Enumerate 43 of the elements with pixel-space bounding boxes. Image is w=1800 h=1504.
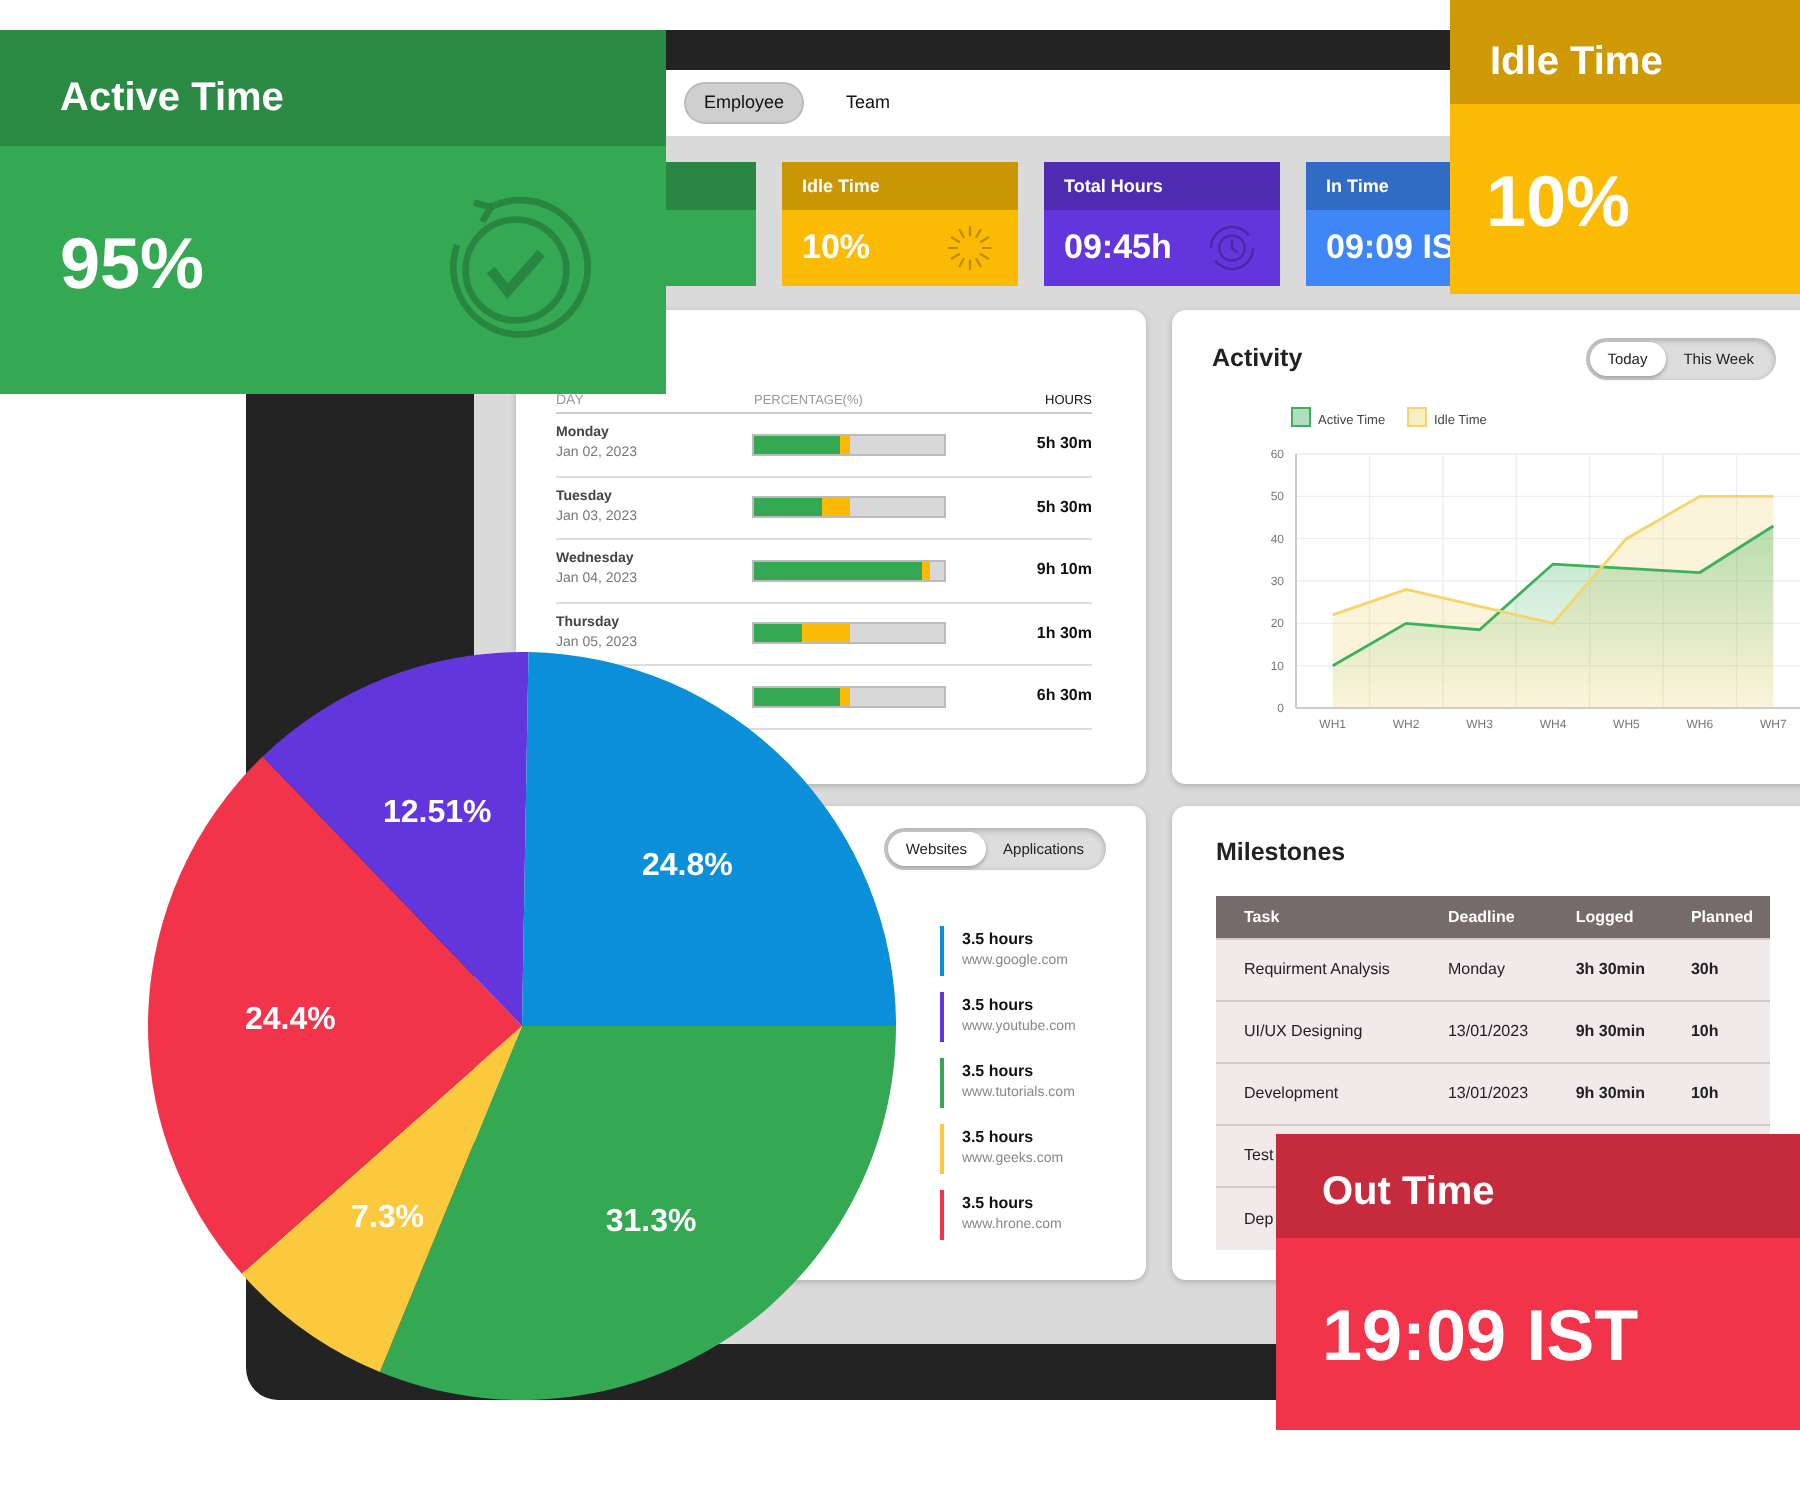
usage-hours: 3.5 hours	[962, 1062, 1036, 1084]
callout-value: 10%	[1486, 160, 1631, 242]
table-cell: 10h	[1662, 1001, 1770, 1064]
data-label: 7.3%	[351, 1200, 425, 1235]
hours-value: 5h 30m	[1036, 432, 1092, 457]
card-title: Idle Time	[802, 176, 880, 196]
table-cell: 9h 30min	[1547, 1001, 1663, 1064]
card-title: Total Hours	[1064, 176, 1163, 196]
hours-value: 6h 30m	[1036, 684, 1092, 709]
column-header: Deadline	[1419, 895, 1548, 940]
table-cell: 3h 30min	[1547, 939, 1663, 1002]
table-cell: Development	[1216, 1063, 1420, 1126]
usage-hours: 3.5 hours	[962, 1128, 1036, 1150]
card-value: 09:45h	[1064, 226, 1172, 271]
hours-value: 1h 30m	[1036, 621, 1092, 646]
column-header: Task	[1216, 895, 1420, 940]
card-title: Activity	[1212, 342, 1303, 377]
data-label: 24.4%	[244, 1002, 336, 1037]
table-cell: 13/01/2023	[1419, 1063, 1548, 1126]
callout-value: 95%	[60, 222, 205, 304]
table-cell: 9h 30min	[1547, 1063, 1663, 1126]
table-cell: 10h	[1662, 1063, 1770, 1126]
hours-value: 9h 10m	[1036, 558, 1092, 583]
callout-title: Active Time	[60, 76, 284, 120]
card-title: Milestones	[1216, 836, 1348, 870]
table-cell: 13/01/2023	[1419, 1001, 1548, 1064]
usage-hours: 3.5 hours	[962, 996, 1036, 1018]
card-value: 10%	[802, 226, 871, 271]
data-label: 12.51%	[382, 796, 492, 831]
column-header: Planned	[1662, 895, 1770, 940]
table-cell: Requirment Analysis	[1216, 939, 1420, 1002]
callout-value: 19:09 IST	[1322, 1294, 1639, 1376]
table-cell: UI/UX Designing	[1216, 1001, 1420, 1064]
card-title: In Time	[1326, 176, 1389, 196]
table-cell: 30h	[1662, 939, 1770, 1002]
hours-value: 5h 30m	[1036, 495, 1092, 520]
data-label: 31.3%	[605, 1204, 697, 1239]
usage-hours: 3.5 hours	[962, 930, 1036, 952]
column-header: Logged	[1547, 895, 1663, 940]
usage-hours: 3.5 hours	[962, 1194, 1036, 1216]
data-label: 24.8%	[642, 849, 733, 884]
callout-title: Idle Time	[1490, 40, 1663, 84]
table-cell: Monday	[1419, 939, 1548, 1002]
